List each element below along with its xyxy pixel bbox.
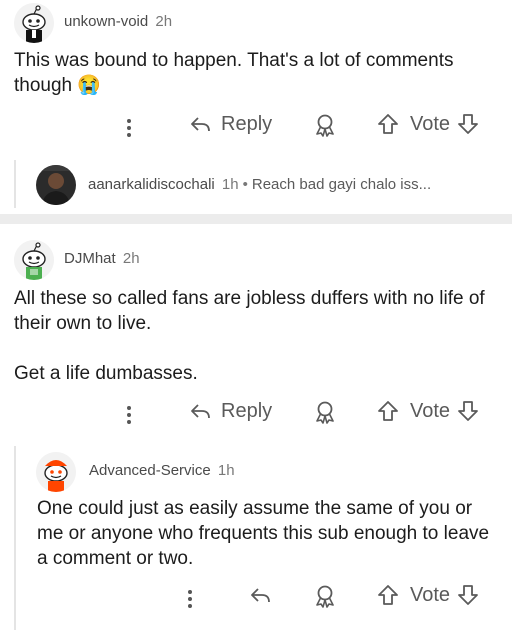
downvote-icon[interactable] — [456, 399, 480, 423]
timestamp: 1h — [217, 462, 235, 479]
user-avatar[interactable] — [14, 240, 54, 280]
more-options-icon[interactable] — [127, 116, 133, 140]
downvote-icon[interactable] — [456, 112, 480, 136]
comment-paragraph: One could just as easily assume the same… — [37, 498, 490, 569]
upvote-icon[interactable] — [376, 112, 400, 136]
comment-body: This was bound to happen. That's a lot o… — [14, 48, 494, 98]
user-avatar[interactable] — [14, 3, 54, 43]
reply-label: Reply — [221, 399, 273, 422]
reply-arrow-icon — [191, 404, 210, 419]
comment-author[interactable]: DJMhat 2h — [64, 250, 140, 267]
comment-body: One could just as easily assume the same… — [37, 496, 499, 571]
comment-paragraph: Get a life dumbasses. — [14, 363, 198, 384]
thread-line[interactable] — [14, 446, 16, 630]
comment-body: All these so called fans are jobless duf… — [14, 286, 494, 386]
vote-control: Vote — [376, 583, 480, 607]
comment-separator — [0, 214, 512, 224]
username-text[interactable]: DJMhat — [64, 250, 116, 267]
username-text[interactable]: Advanced-Service — [89, 462, 211, 479]
snoo-avatar-icon — [14, 240, 54, 280]
reply-arrow-icon — [251, 588, 270, 603]
reply-button[interactable] — [249, 583, 273, 607]
more-options-icon[interactable] — [127, 403, 133, 427]
downvote-icon[interactable] — [456, 583, 480, 607]
user-avatar[interactable] — [36, 165, 76, 205]
upvote-icon[interactable] — [376, 399, 400, 423]
profile-photo-icon — [36, 165, 76, 205]
award-button[interactable] — [312, 399, 338, 425]
thread-line[interactable] — [14, 160, 16, 208]
snoo-avatar-icon — [14, 3, 54, 43]
timestamp: 2h — [155, 13, 173, 30]
reply-button[interactable]: Reply — [189, 399, 272, 423]
username-text[interactable]: aanarkalidiscochali — [88, 176, 215, 193]
more-options-icon[interactable] — [188, 587, 194, 611]
award-icon — [316, 585, 334, 608]
timestamp: 1h — [221, 176, 239, 193]
timestamp: 2h — [122, 250, 140, 267]
award-icon — [316, 401, 334, 424]
comment-paragraph: This was bound to happen. That's a lot o… — [14, 50, 454, 96]
comment-author[interactable]: unkown-void 2h — [64, 13, 172, 30]
username-text[interactable]: unkown-void — [64, 13, 148, 30]
collapsed-reply[interactable]: aanarkalidiscochali 1h • Reach bad gayi ch… — [88, 176, 431, 193]
comment-paragraph: All these so called fans are jobless duf… — [14, 288, 485, 334]
award-icon — [316, 114, 334, 137]
reply-button[interactable]: Reply — [189, 112, 272, 136]
upvote-icon[interactable] — [376, 583, 400, 607]
vote-label: Vote — [410, 399, 451, 422]
vote-control: Vote — [376, 399, 480, 423]
award-button[interactable] — [312, 112, 338, 138]
reply-arrow-icon — [191, 117, 210, 132]
user-avatar[interactable] — [36, 452, 76, 492]
reply-preview-text: Reach bad gayi chalo iss... — [251, 176, 432, 193]
comment-author[interactable]: Advanced-Service 1h — [89, 462, 235, 479]
award-button[interactable] — [312, 583, 338, 609]
vote-label: Vote — [410, 583, 451, 606]
reply-label: Reply — [221, 112, 273, 135]
vote-control: Vote — [376, 112, 480, 136]
vote-label: Vote — [410, 112, 451, 135]
snoo-avatar-icon — [36, 452, 76, 492]
